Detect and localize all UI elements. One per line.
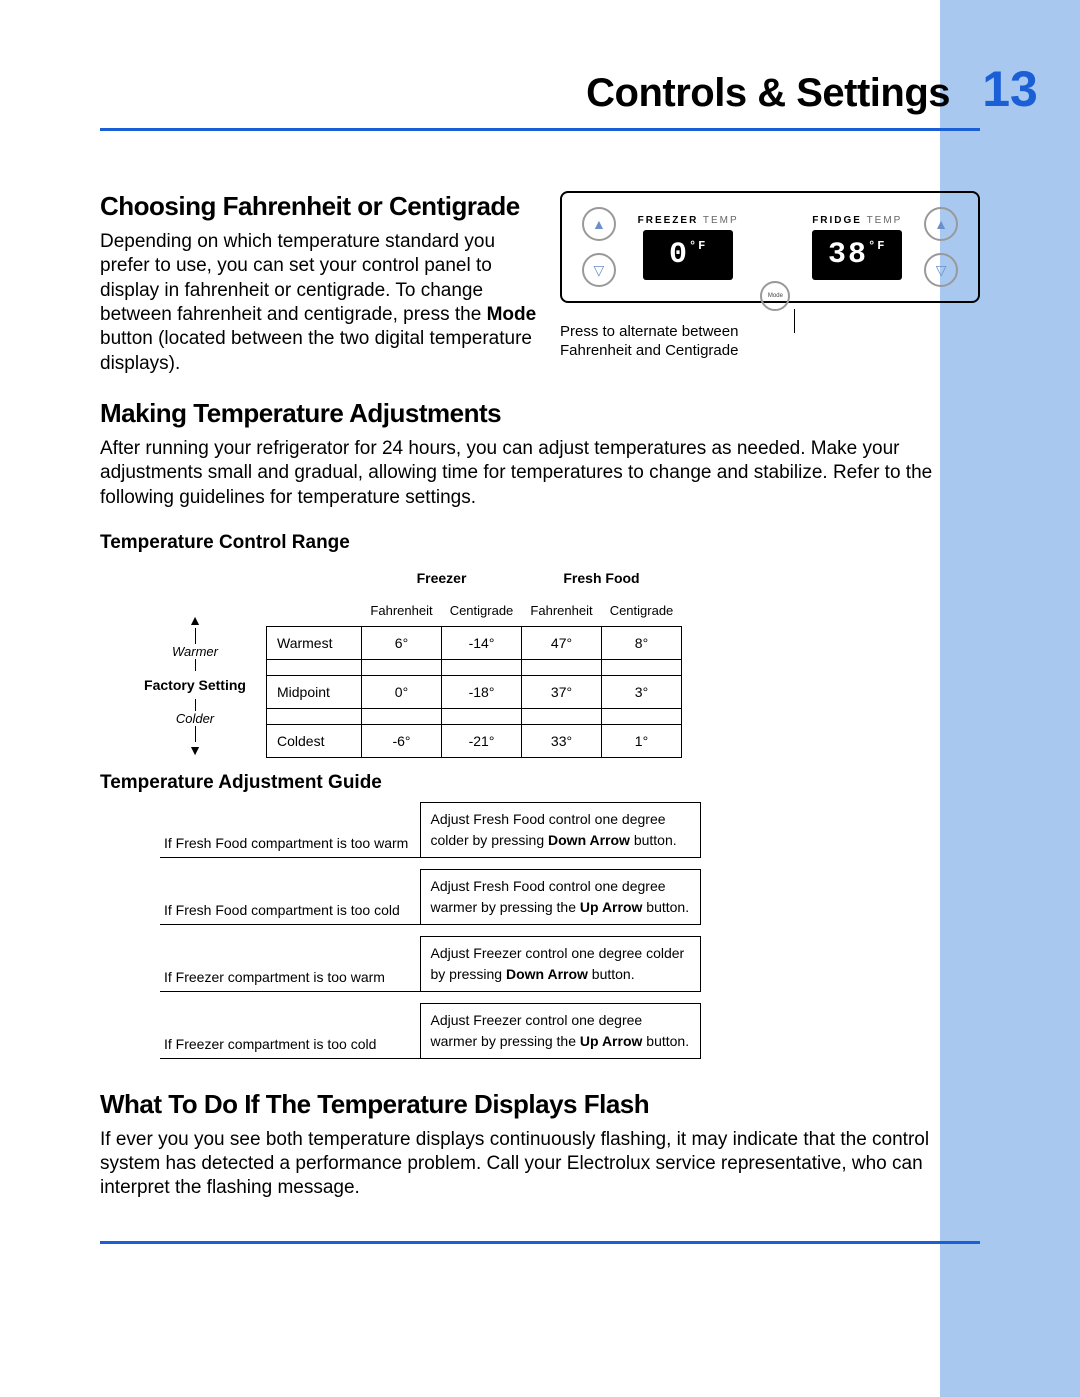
fridge-temp-display: 38°F (812, 230, 902, 280)
action-cell: Adjust Fresh Food control one degree col… (420, 802, 700, 857)
control-panel-illustration: ▲ ▽ FREEZER TEMP 0°F Mode FRIDGE TEMP 38… (560, 191, 980, 303)
range-scale-labels: ▲ Warmer Factory Setting Colder ▼ (130, 562, 260, 758)
cell: 47° (522, 627, 602, 660)
footer-divider (100, 1241, 980, 1244)
factory-setting-label: Factory Setting (144, 677, 246, 693)
row-label: Midpoint (267, 676, 362, 709)
action-cell: Adjust Freezer control one degree warmer… (420, 1003, 700, 1058)
cell: -6° (362, 725, 442, 758)
temperature-range-table: Freezer Fresh Food Fahrenheit Centigrade… (266, 562, 682, 758)
action-cell: Adjust Fresh Food control one degree war… (420, 869, 700, 924)
cell: 6° (362, 627, 442, 660)
freezer-temp-label: FREEZER TEMP (638, 215, 739, 226)
cell: -21° (442, 725, 522, 758)
cell: 33° (522, 725, 602, 758)
page-number: 13 (970, 60, 1050, 118)
adjustment-guide-table: If Fresh Food compartment is too warm Ad… (160, 802, 701, 1059)
table-row: If Fresh Food compartment is too warm Ad… (160, 802, 700, 857)
cell: 37° (522, 676, 602, 709)
page-title: Controls & Settings (586, 71, 950, 116)
table-row: If Freezer compartment is too warm Adjus… (160, 936, 700, 991)
page-content: Controls & Settings 13 Choosing Fahrenhe… (0, 0, 1080, 1244)
para-text: button (located between the two digital … (100, 328, 532, 373)
freezer-down-arrow-icon: ▽ (582, 253, 616, 287)
page-header: Controls & Settings 13 (0, 60, 1080, 118)
cell: 8° (602, 627, 682, 660)
warmer-label: Warmer (172, 644, 218, 659)
table-row: If Fresh Food compartment is too cold Ad… (160, 869, 700, 924)
cell: 0° (362, 676, 442, 709)
para-text: Depending on which temperature standard … (100, 231, 495, 325)
section-heading-fahrenheit: Choosing Fahrenheit or Centigrade (100, 191, 540, 222)
fridge-temp-label: FRIDGE TEMP (812, 215, 902, 226)
table-row: If Freezer compartment is too cold Adjus… (160, 1003, 700, 1058)
row-label: Coldest (267, 725, 362, 758)
table-header: Fresh Food (522, 562, 682, 595)
action-cell: Adjust Freezer control one degree colder… (420, 936, 700, 991)
section-paragraph: If ever you you see both temperature dis… (100, 1128, 980, 1201)
para-bold: Mode (487, 304, 537, 325)
section-heading-flash: What To Do If The Temperature Displays F… (100, 1089, 980, 1120)
cell: 3° (602, 676, 682, 709)
subsection-heading-guide: Temperature Adjustment Guide (100, 772, 980, 794)
freezer-up-arrow-icon: ▲ (582, 207, 616, 241)
colder-label: Colder (176, 711, 214, 726)
section-paragraph: Depending on which temperature standard … (100, 230, 540, 376)
cell: -14° (442, 627, 522, 660)
panel-caption: Press to alternate between Fahrenheit an… (560, 309, 794, 361)
down-arrow-icon: ▼ (188, 742, 202, 758)
condition-cell: If Fresh Food compartment is too warm (160, 802, 420, 857)
table-row: Warmest 6° -14° 47° 8° (267, 627, 682, 660)
condition-cell: If Fresh Food compartment is too cold (160, 869, 420, 924)
cell: -18° (442, 676, 522, 709)
section-paragraph: After running your refrigerator for 24 h… (100, 437, 980, 510)
up-arrow-icon: ▲ (188, 612, 202, 628)
condition-cell: If Freezer compartment is too warm (160, 936, 420, 991)
cell: 1° (602, 725, 682, 758)
table-row: Coldest -6° -21° 33° 1° (267, 725, 682, 758)
table-subheader: Fahrenheit (522, 594, 602, 627)
row-label: Warmest (267, 627, 362, 660)
fridge-up-arrow-icon: ▲ (924, 207, 958, 241)
table-header: Freezer (362, 562, 522, 595)
fridge-down-arrow-icon: ▽ (924, 253, 958, 287)
subsection-heading-range: Temperature Control Range (100, 532, 980, 554)
condition-cell: If Freezer compartment is too cold (160, 1003, 420, 1058)
table-row: Midpoint 0° -18° 37° 3° (267, 676, 682, 709)
freezer-temp-display: 0°F (643, 230, 733, 280)
section-heading-adjustments: Making Temperature Adjustments (100, 398, 980, 429)
table-subheader: Centigrade (602, 594, 682, 627)
table-subheader: Fahrenheit (362, 594, 442, 627)
mode-button-icon: Mode (760, 281, 790, 311)
table-subheader: Centigrade (442, 594, 522, 627)
